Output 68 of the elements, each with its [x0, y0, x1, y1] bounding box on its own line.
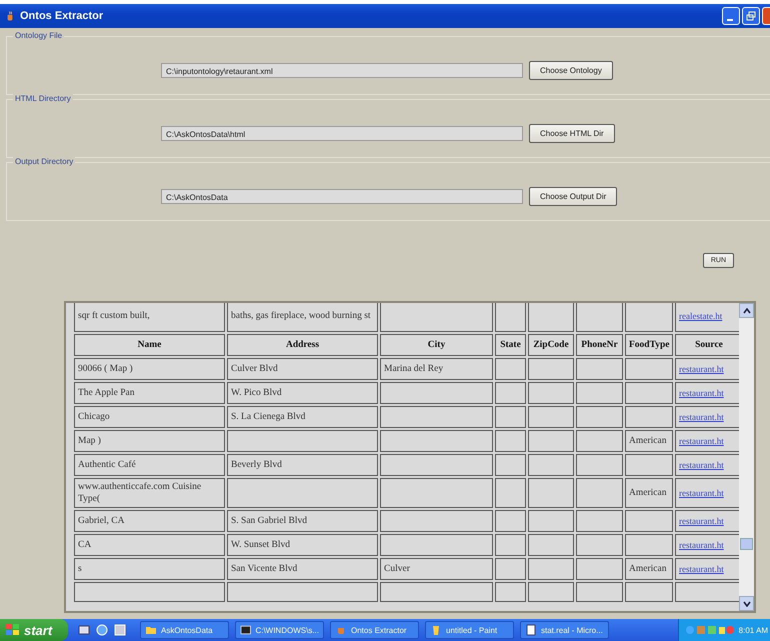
table-cell: American [625, 430, 673, 452]
table-cell: American [625, 478, 673, 508]
table-cell: Gabriel, CA [74, 510, 225, 532]
table-cell: baths, gas fireplace, wood burning st [227, 303, 378, 332]
taskbar-button[interactable]: C:\WINDOWS\s... [235, 621, 324, 639]
path-field[interactable]: C:\AskOntosData\html [161, 126, 523, 141]
choose-button[interactable]: Choose HTML Dir [529, 124, 615, 143]
window-title: Ontos Extractor [20, 10, 104, 22]
column-header: State [495, 334, 526, 356]
table-cell: W. Pico Blvd [227, 382, 378, 404]
table-cell: s [74, 558, 225, 580]
section-label: Output Directory [13, 157, 76, 166]
table-cell: Chicago [74, 406, 225, 428]
windows-flag-icon [6, 624, 20, 636]
globe-icon[interactable] [96, 624, 108, 636]
section-label: HTML Directory [13, 94, 73, 103]
table-cell: W. Sunset Blvd [227, 534, 378, 556]
restore-icon [746, 11, 756, 21]
table-cell: Map ) [74, 430, 225, 452]
column-header: Source [675, 334, 739, 356]
column-header: Name [74, 334, 225, 356]
table-cell: Authentic Café [74, 454, 225, 476]
terminal-icon [240, 624, 252, 636]
column-header: PhoneNr [576, 334, 623, 356]
scroll-down-button[interactable] [739, 596, 754, 611]
coffee-cup-icon [6, 10, 14, 22]
table-cell: www.authenticcafe.com Cuisine Type( [74, 478, 225, 508]
taskbar-button[interactable]: untitled - Paint [425, 621, 514, 639]
table-cell: S. La Cienega Blvd [227, 406, 378, 428]
taskbar-button[interactable]: AskOntosData [140, 621, 229, 639]
column-header: City [380, 334, 493, 356]
table-cell: 90066 ( Map ) [74, 358, 225, 380]
table-cell: S. San Gabriel Blvd [227, 510, 378, 532]
caret-down-icon [742, 600, 750, 606]
paint-icon [430, 624, 442, 636]
choose-button[interactable]: Choose Ontology [529, 61, 613, 80]
table-cell: The Apple Pan [74, 382, 225, 404]
minimize-button[interactable] [722, 7, 740, 25]
taskbar-button[interactable]: stat.real - Micro... [520, 621, 609, 639]
table-cell: Culver Blvd [227, 358, 378, 380]
scroll-thumb[interactable] [740, 538, 753, 550]
caret-up-icon [742, 308, 750, 314]
restore-button[interactable] [742, 7, 760, 25]
table-cell: sqr ft custom built, [74, 303, 225, 332]
clock: 8:01 AM [738, 626, 768, 634]
column-header: ZipCode [528, 334, 574, 356]
section-label: Ontology File [13, 31, 64, 40]
column-header: FoodType [625, 334, 673, 356]
table-cell: American [625, 558, 673, 580]
table-cell: Beverly Blvd [227, 454, 378, 476]
folder-icon [145, 624, 157, 636]
table-cell: San Vicente Blvd [227, 558, 378, 580]
vertical-scrollbar[interactable] [739, 303, 754, 611]
taskbar-button[interactable]: Ontos Extractor [330, 621, 419, 639]
document-icon [525, 624, 537, 636]
path-field[interactable]: C:\inputontology\retaurant.xml [161, 63, 523, 78]
table-cell: Marina del Rey [380, 358, 493, 380]
scroll-up-button[interactable] [739, 303, 754, 318]
desktop-icon[interactable] [78, 624, 90, 636]
path-field[interactable]: C:\AskOntosData [161, 189, 523, 204]
tray-icons-drawing [684, 624, 735, 636]
table-cell: Culver [380, 558, 493, 580]
column-header: Address [227, 334, 378, 356]
close-button[interactable] [762, 7, 770, 25]
minimize-icon [726, 19, 732, 21]
choose-button[interactable]: Choose Output Dir [529, 187, 618, 206]
table-cell: CA [74, 534, 225, 556]
start-button[interactable]: start [0, 619, 68, 641]
